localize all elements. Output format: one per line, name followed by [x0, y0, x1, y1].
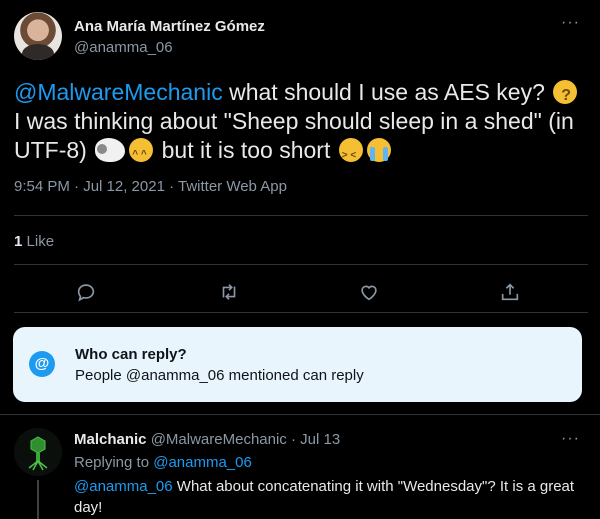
reply-body-mention[interactable]: @anamma_06: [74, 478, 173, 495]
sheep-emoji: [95, 138, 126, 162]
divider: [14, 215, 588, 216]
replying-to-handle[interactable]: @anamma_06: [153, 454, 252, 471]
at-sign-icon: @: [29, 351, 55, 377]
author-name[interactable]: Ana María Martínez Gómez: [74, 18, 265, 35]
mention-link[interactable]: @MalwareMechanic: [14, 79, 223, 105]
more-horizontal-icon[interactable]: ···: [561, 14, 580, 32]
likes-count-link[interactable]: 1 Like: [14, 233, 54, 250]
divider: [14, 264, 588, 265]
thread-line: [37, 480, 39, 519]
who-can-reply-title: Who can reply?: [75, 346, 187, 363]
tweet-text-part3: but it is too short: [155, 137, 331, 163]
likes-label: Like: [26, 233, 55, 250]
reply-more-horizontal-icon[interactable]: ···: [561, 430, 580, 448]
reply-body: @anamma_06 What about concatenating it w…: [74, 476, 590, 518]
divider: [14, 312, 588, 313]
reply-author-meta[interactable]: @MalwareMechanic · Jul 13: [151, 431, 340, 448]
tweet-timestamp[interactable]: 9:54 PM · Jul 12, 2021 · Twitter Web App: [14, 178, 287, 195]
replying-to-prefix: Replying to: [74, 454, 150, 471]
divider: [0, 414, 600, 415]
thinking-face-emoji: [553, 80, 578, 110]
tweet-text: @MalwareMechanic what should I use as AE…: [14, 78, 589, 170]
tweet-actions: [0, 278, 600, 308]
reply-author-avatar[interactable]: [14, 428, 62, 476]
grinning-squinting-face-emoji: [129, 138, 154, 169]
replying-to-line: Replying to @anamma_06: [74, 454, 252, 471]
reply-header: Malchanic @MalwareMechanic · Jul 13: [74, 431, 340, 448]
tweet-text-part1: what should I use as AES key?: [222, 79, 545, 105]
who-can-reply-box: @ Who can reply? People @anamma_06 menti…: [13, 327, 582, 402]
tired-face-emoji: [338, 138, 363, 170]
reply-tweet[interactable]: Malchanic @MalwareMechanic · Jul 13 ··· …: [0, 420, 600, 519]
author-avatar[interactable]: [14, 12, 62, 60]
retweet-icon[interactable]: [215, 278, 243, 306]
likes-count: 1: [14, 233, 23, 250]
share-icon[interactable]: [496, 278, 524, 306]
virus-avatar-icon: [14, 428, 62, 476]
who-can-reply-description: People @anamma_06 mentioned can reply: [75, 367, 364, 384]
author-handle[interactable]: @anamma_06: [74, 39, 173, 56]
reply-author-name[interactable]: Malchanic: [74, 431, 147, 448]
reply-icon[interactable]: [72, 278, 100, 306]
like-icon[interactable]: [355, 278, 383, 306]
loudly-crying-face-emoji: [366, 138, 391, 162]
